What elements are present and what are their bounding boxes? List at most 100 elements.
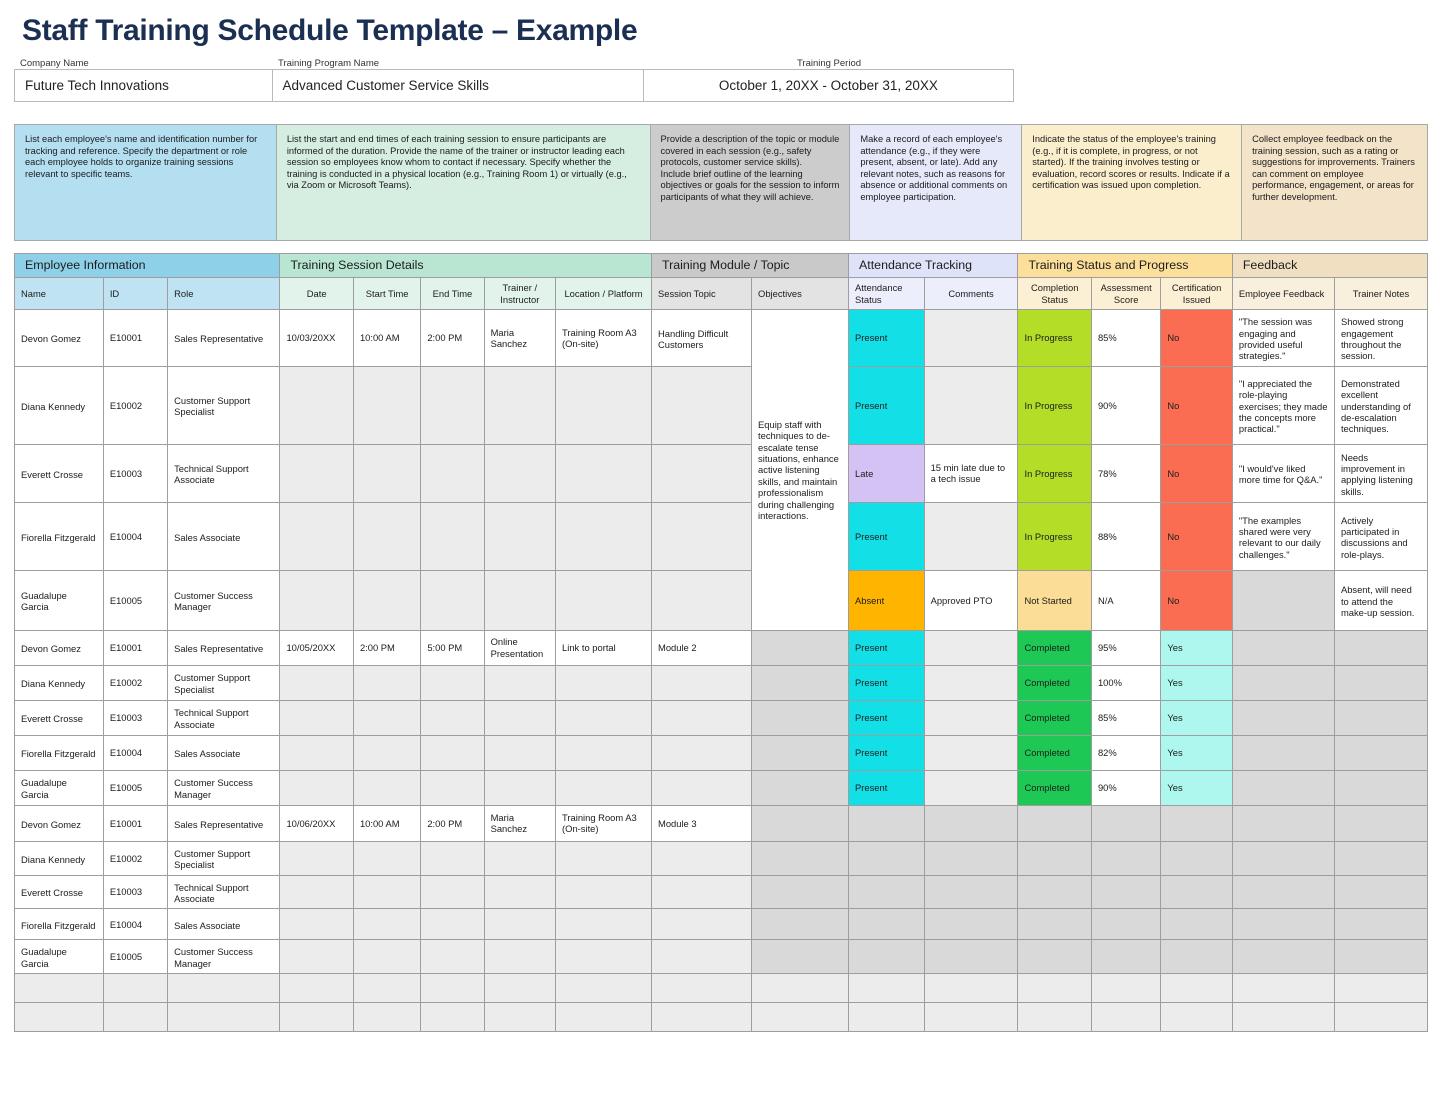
cell-attendance-status[interactable]: Absent (848, 569, 925, 631)
cell-employee-feedback[interactable]: "The session was engaging and provided u… (1231, 309, 1335, 367)
cell-certification-issued[interactable] (1160, 908, 1233, 941)
cell-location[interactable] (555, 501, 653, 571)
cell-comments[interactable] (923, 309, 1019, 367)
cell-trainer[interactable] (483, 734, 557, 771)
cell-session-topic[interactable] (651, 365, 753, 445)
cell-start-time[interactable] (352, 769, 422, 806)
cell-date[interactable]: 10/03/20XX (279, 309, 354, 367)
cell-objectives[interactable] (751, 939, 850, 975)
cell-employee-feedback[interactable] (1231, 769, 1335, 806)
cell-assessment-score[interactable]: 88% (1090, 501, 1162, 571)
column-end-time[interactable]: End Time (420, 277, 485, 311)
cell-role[interactable]: Customer Success Manager (167, 569, 281, 631)
cell-date[interactable] (279, 699, 354, 736)
cell-objectives[interactable] (751, 664, 850, 701)
cell-name[interactable]: Devon Gomez (14, 804, 104, 842)
cell-objectives[interactable] (751, 804, 850, 842)
cell-comments[interactable] (923, 804, 1019, 842)
cell-name[interactable]: Fiorella Fitzgerald (14, 908, 104, 941)
cell-blank[interactable] (352, 1002, 422, 1033)
cell-session-topic[interactable] (651, 664, 753, 701)
cell-location[interactable] (555, 840, 653, 876)
cell-name[interactable]: Devon Gomez (14, 629, 104, 666)
cell-certification-issued[interactable]: Yes (1160, 769, 1233, 806)
cell-attendance-status[interactable] (848, 840, 925, 876)
cell-blank[interactable] (167, 1002, 281, 1033)
cell-trainer[interactable] (483, 874, 557, 910)
cell-location[interactable] (555, 908, 653, 941)
cell-location[interactable] (555, 874, 653, 910)
cell-blank[interactable] (483, 973, 557, 1004)
table-row[interactable]: Guadalupe Garcia E10005 Customer Success M… (14, 939, 1429, 975)
cell-attendance-status[interactable] (848, 939, 925, 975)
cell-employee-feedback[interactable] (1231, 569, 1335, 631)
cell-certification-issued[interactable]: No (1160, 309, 1233, 367)
cell-assessment-score[interactable]: 90% (1090, 769, 1162, 806)
cell-attendance-status[interactable]: Present (848, 699, 925, 736)
cell-name[interactable]: Diana Kennedy (14, 664, 104, 701)
cell-id[interactable]: E10001 (102, 309, 169, 367)
cell-end-time[interactable]: 5:00 PM (420, 629, 485, 666)
cell-date[interactable] (279, 734, 354, 771)
cell-assessment-score[interactable]: 85% (1090, 699, 1162, 736)
cell-session-topic[interactable] (651, 908, 753, 941)
cell-attendance-status[interactable]: Late (848, 443, 925, 503)
cell-trainer[interactable] (483, 443, 557, 503)
training-period-field[interactable]: October 1, 20XX - October 31, 20XX (644, 70, 1013, 101)
table-row[interactable]: Fiorella Fitzgerald E10004 Sales Associate… (14, 734, 1429, 771)
cell-id[interactable]: E10001 (102, 629, 169, 666)
cell-role[interactable]: Customer Support Specialist (167, 840, 281, 876)
cell-certification-issued[interactable] (1160, 840, 1233, 876)
cell-objectives[interactable] (751, 908, 850, 941)
cell-start-time[interactable]: 2:00 PM (352, 629, 422, 666)
cell-completion-status[interactable] (1017, 804, 1092, 842)
cell-certification-issued[interactable]: Yes (1160, 629, 1233, 666)
table-row[interactable]: Everett Crosse E10003 Technical Support As… (14, 699, 1429, 736)
cell-comments[interactable] (923, 629, 1019, 666)
cell-assessment-score[interactable]: 85% (1090, 309, 1162, 367)
cell-trainer-notes[interactable] (1333, 874, 1429, 910)
cell-session-topic[interactable] (651, 443, 753, 503)
cell-trainer[interactable] (483, 840, 557, 876)
cell-completion-status[interactable]: Not Started (1017, 569, 1092, 631)
cell-comments[interactable]: Approved PTO (923, 569, 1019, 631)
cell-blank[interactable] (483, 1002, 557, 1033)
cell-blank[interactable] (14, 973, 104, 1004)
cell-assessment-score[interactable]: 95% (1090, 629, 1162, 666)
cell-attendance-status[interactable] (848, 908, 925, 941)
cell-trainer-notes[interactable] (1333, 939, 1429, 975)
cell-date[interactable] (279, 939, 354, 975)
cell-blank[interactable] (1160, 973, 1233, 1004)
cell-completion-status[interactable]: In Progress (1017, 501, 1092, 571)
cell-date[interactable] (279, 908, 354, 941)
cell-blank[interactable] (102, 973, 169, 1004)
table-row[interactable]: Devon Gomez E10001 Sales Representative 10/… (14, 629, 1429, 666)
cell-role[interactable]: Sales Associate (167, 501, 281, 571)
cell-assessment-score[interactable]: 82% (1090, 734, 1162, 771)
cell-blank[interactable] (1017, 1002, 1092, 1033)
table-row[interactable]: Guadalupe Garcia E10005 Customer Success M… (14, 569, 1429, 631)
cell-name[interactable]: Fiorella Fitzgerald (14, 501, 104, 571)
cell-assessment-score[interactable]: 90% (1090, 365, 1162, 445)
column-comments[interactable]: Comments (923, 277, 1019, 311)
cell-id[interactable]: E10002 (102, 840, 169, 876)
cell-role[interactable]: Customer Success Manager (167, 939, 281, 975)
cell-employee-feedback[interactable] (1231, 699, 1335, 736)
cell-id[interactable]: E10004 (102, 908, 169, 941)
cell-id[interactable]: E10004 (102, 501, 169, 571)
cell-comments[interactable] (923, 840, 1019, 876)
cell-completion-status[interactable]: In Progress (1017, 365, 1092, 445)
cell-id[interactable]: E10003 (102, 874, 169, 910)
cell-comments[interactable] (923, 664, 1019, 701)
cell-blank[interactable] (651, 973, 753, 1004)
cell-blank[interactable] (420, 973, 485, 1004)
cell-certification-issued[interactable]: Yes (1160, 699, 1233, 736)
cell-attendance-status[interactable]: Present (848, 734, 925, 771)
cell-comments[interactable] (923, 874, 1019, 910)
cell-role[interactable]: Technical Support Associate (167, 874, 281, 910)
cell-name[interactable]: Diana Kennedy (14, 365, 104, 445)
table-row[interactable]: Devon Gomez E10001 Sales Representative 10/… (14, 804, 1429, 842)
cell-objectives[interactable] (751, 629, 850, 666)
cell-trainer-notes[interactable]: Showed strong engagement throughout the … (1333, 309, 1429, 367)
table-row[interactable]: Diana Kennedy E10002 Customer Support Spec… (14, 664, 1429, 701)
